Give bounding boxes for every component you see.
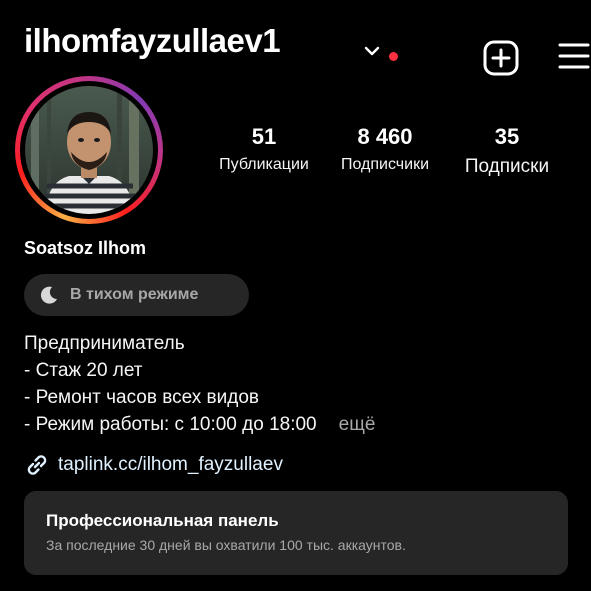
bio-more-link[interactable]: ещё [339,414,376,435]
avatar-photo [25,86,153,214]
followers-label: Подписчики [340,156,429,173]
story-ring[interactable] [15,76,163,224]
posts-count: 51 [251,124,277,149]
bio-link[interactable]: taplink.cc/ilhom_fayzullaev [24,452,283,478]
notification-dot [389,52,398,61]
link-text[interactable]: taplink.cc/ilhom_fayzullaev [58,454,283,476]
bio-line-last: - Режим работы: с 10:00 до 18:00 ещё [24,411,375,438]
bio-line: Предприниматель [24,333,185,354]
followers-count: 8 460 [357,124,413,149]
dashboard-title: Профессиональная панель [46,511,279,530]
plus-square-icon[interactable] [483,40,519,76]
link-icon [27,455,47,475]
stat-followers[interactable]: 8 460 Подписчики [326,124,444,174]
profile-header: ilhomfayzullaev1 [24,18,590,76]
quiet-mode-badge[interactable]: В тихом режиме [24,274,249,316]
bio-line: - Режим работы: с 10:00 до 18:00 [24,414,317,435]
chevron-down-icon[interactable] [364,46,380,56]
following-label: Подписки [464,156,550,177]
hamburger-menu-icon[interactable] [558,42,590,70]
dashboard-subtitle: За последние 30 дней вы охватили 100 тыс… [46,537,406,553]
following-count: 35 [494,124,520,149]
stat-following[interactable]: 35 Подписки [448,124,566,178]
bio-line: - Стаж 20 лет [24,360,143,381]
quiet-mode-label: В тихом режиме [70,286,199,303]
avatar[interactable] [25,86,153,214]
username[interactable]: ilhomfayzullaev1 [24,22,281,60]
posts-label: Публикации [219,156,309,173]
moon-icon [40,286,57,304]
professional-dashboard[interactable]: Профессиональная панель За последние 30 … [24,491,568,575]
avatar-border [20,81,158,219]
display-name: Soatsoz Ilhom [24,238,147,258]
bio: Предприниматель - Стаж 20 лет - Ремонт ч… [24,330,375,438]
bio-line: - Ремонт часов всех видов [24,387,259,408]
stat-posts[interactable]: 51 Публикации [206,124,322,174]
